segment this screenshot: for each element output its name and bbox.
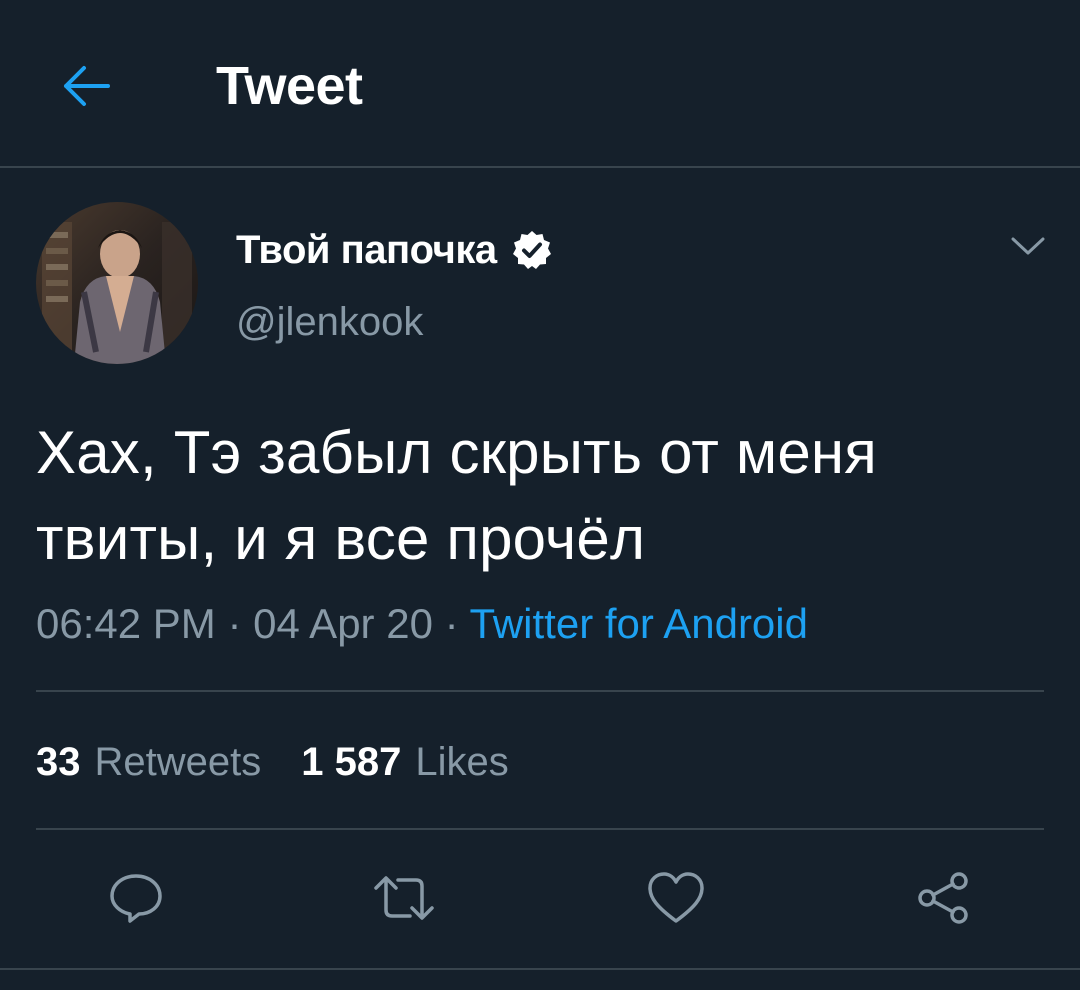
action-bar (0, 862, 1080, 934)
heart-icon (648, 872, 704, 923)
chevron-down-icon (1011, 237, 1045, 255)
tweet-meta: 06:42 PM · 04 Apr 20 · Twitter for Andro… (36, 596, 808, 652)
back-button[interactable] (56, 58, 116, 114)
divider (36, 828, 1044, 830)
author-name-row[interactable]: Твой папочка (236, 222, 553, 278)
verified-badge-icon (511, 229, 553, 271)
tweet-stats: 33 Retweets 1 587 Likes (36, 734, 509, 790)
meta-separator: · (215, 600, 254, 647)
tweet-date: 04 Apr 20 (253, 600, 433, 647)
author-handle[interactable]: @jlenkook (236, 296, 423, 348)
like-button[interactable] (640, 862, 712, 934)
top-bar: Tweet (0, 0, 1080, 168)
tweet-source-link[interactable]: Twitter for Android (470, 600, 808, 647)
divider (36, 690, 1044, 692)
share-button[interactable] (908, 862, 980, 934)
likes-stat[interactable]: 1 587 Likes (301, 734, 509, 790)
retweets-stat[interactable]: 33 Retweets (36, 734, 261, 790)
bottom-divider (0, 968, 1080, 970)
arrow-left-icon (64, 66, 110, 106)
reply-button[interactable] (100, 862, 172, 934)
retweets-count: 33 (36, 740, 81, 784)
likes-label: Likes (415, 740, 509, 784)
likes-count: 1 587 (301, 740, 402, 784)
meta-separator: · (432, 600, 470, 647)
avatar[interactable] (36, 202, 198, 364)
retweet-button[interactable] (368, 862, 440, 934)
more-options-button[interactable] (1006, 226, 1050, 266)
retweets-label: Retweets (94, 740, 262, 784)
share-icon (918, 872, 968, 924)
tweet-text: Хах, Тэ забыл скрыть от меня твиты, и я … (36, 419, 877, 572)
tweet-time: 06:42 PM (36, 600, 216, 647)
author-display-name: Твой папочка (236, 227, 497, 272)
retweet-icon (374, 876, 434, 920)
reply-icon (110, 874, 162, 923)
page-title: Tweet (216, 56, 363, 116)
